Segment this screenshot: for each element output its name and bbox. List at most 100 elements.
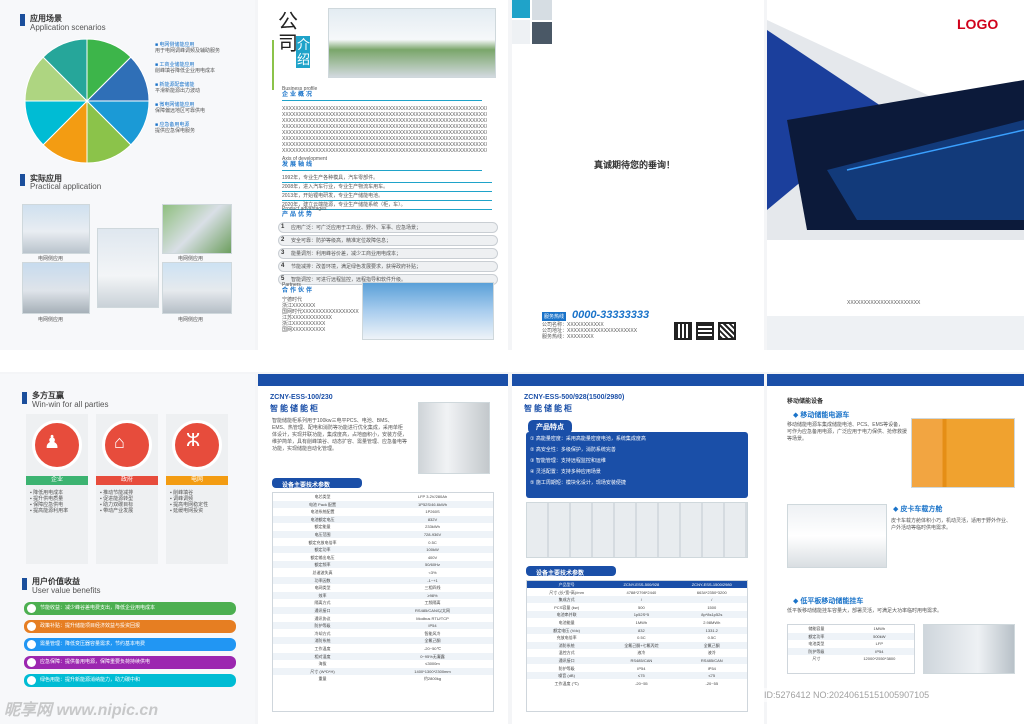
feature-item: ② 高安全性：多级保护，消防系统完善 [530, 447, 616, 453]
table-cell: 电池串并联 [556, 612, 577, 618]
table-cell: 储能容量 [808, 626, 825, 631]
benefit-marker [22, 578, 27, 590]
table-row: 防护等级 IP54 IP54 [527, 664, 747, 672]
benefit-title-en: User value benefits [32, 586, 101, 595]
people-icon: ♟ [44, 432, 61, 452]
table-cell: 功率因数 [314, 577, 331, 583]
table-cell: LFP [875, 641, 883, 647]
table-cell: 额定能量 [314, 524, 331, 530]
advantage-number: 1 [281, 224, 285, 230]
table-cell: 防护等级 [808, 648, 825, 654]
table-cell: 1MWh [873, 626, 886, 631]
table-row: 电网类型 三相四线 [273, 584, 493, 592]
table-cell: 100kW [426, 547, 439, 553]
table-cell: / [640, 597, 642, 603]
table-cell: RS485/CAN [630, 658, 653, 663]
practical-marker [20, 174, 25, 186]
benefit-icon [27, 604, 36, 613]
table-cell: 产品型号 [558, 582, 575, 587]
table-row: 额定功率 100kW [273, 546, 493, 554]
deco-square [512, 0, 530, 18]
scenario-marker [20, 14, 25, 26]
table-cell: 6634*2350*3200 [696, 589, 727, 595]
card-government: ⌂ 政府 ▪ 推动节能减排 ▪ 促进能源转型 ▪ 助力双碳目标 ▪ 带动产业发展 [96, 414, 158, 564]
advantage-number: 2 [281, 237, 285, 243]
table-title: 设备主要技术参数 [536, 571, 585, 577]
table-cell: ≤3000m [425, 661, 440, 667]
table-row: 工作温度 (℃) -20~55 -20~55 [527, 679, 747, 687]
contact-list: 公司名称：XXXXXXXXXXX 公司地址：XXXXXXXXXXXXXXXXXX… [542, 322, 637, 340]
table-cell: 0.5C [428, 539, 437, 545]
deco-square [512, 20, 530, 44]
table-cell: LFP 3.2V/280Ah [417, 494, 448, 499]
tower-icon: ⵣ [186, 430, 201, 450]
table-cell: 海拔 [318, 661, 327, 667]
table-cell: 液冷 [707, 650, 716, 656]
table-cell: 233kWh [425, 524, 440, 530]
table-cell: 温控方式 [558, 650, 575, 656]
panel-bottom-2: ZCNY-ESS-100/230 智能储能柜 智能储能柜系列用于100kw三电平… [258, 374, 508, 724]
table-row: 电池串并联 1p52S*5 8p*8s1p52s [527, 611, 747, 619]
table-cell: 通讯协议 [314, 615, 331, 621]
table-cell: 效率 [318, 592, 327, 598]
profile-line: XXXXXXXXXXXXXXXXXXXXXXXXXXXXXXXXXXXXXXXX… [282, 148, 487, 154]
table-row: 通讯接口 RS485/CAN/以太网 [273, 607, 493, 614]
photo-pickup [787, 504, 887, 568]
table-cell: ≥98% [427, 592, 438, 598]
table-cell: ZCNY-ESS-500/928 [623, 582, 660, 587]
win-marker [22, 392, 27, 404]
item-title-text: 低平板移动储能挂车 [800, 598, 864, 605]
benefit-item: 政策补贴：提升储能项目经济效益与投资回报 [24, 620, 236, 633]
mobile-section-title: 移动储能设备 [787, 399, 824, 405]
table-row: 额定输出电压 400V [273, 553, 493, 561]
table-cell: 1P260S [425, 509, 440, 515]
table-cell: 50/60Hz [425, 562, 440, 568]
table-cell: PCS容量 (kw) [554, 604, 580, 610]
table-cell: 832V [427, 516, 438, 522]
watermark-left: 昵享网 www.nipic.cn [4, 702, 159, 719]
table-cell: 8p*8s1p52s [701, 612, 723, 618]
table-row: 噪音 (dB) ≤75 ≤75 [527, 672, 747, 680]
table-row: 额定充放电倍率 0.5C [273, 538, 493, 546]
advantage-text: 节能减排：改善环境，满足绿色发展要求，获得政府补贴； [291, 264, 422, 270]
benefit-list: 节能收益：减少峰谷差电费支出，降低企业用电成本 政策补贴：提升储能项目经济效益与… [24, 602, 236, 692]
table-row: 冷却方式 智能风冷 [273, 629, 493, 637]
win-title-en: Win-win for all parties [32, 400, 109, 409]
card-grid: ⵣ 电网 ▪ 削峰填谷 ▪ 调峰调频 ▪ 提高电网稳定性 ▪ 延缓电网投资 [166, 414, 228, 564]
model-label: ZCNY-ESS-500/928(1500/2980) [524, 394, 625, 401]
panel-top-2: 公司 介绍 Business profile 企业概况 XXXXXXXXXXXX… [258, 0, 508, 350]
application-pie-chart [24, 38, 150, 164]
practical-title-en: Practical application [30, 182, 102, 191]
axis-underline [282, 170, 482, 171]
advantage-text: 安全可靠：防护等级高，精准定位故障信息； [291, 238, 392, 244]
photo-caption: 电网侧应用 [38, 256, 64, 262]
table-cell: 工作温度 [314, 646, 331, 651]
benefit-text: 绿色用能：提升新能源消纳能力，助力碳中和 [40, 677, 141, 683]
table-cell: -20~55 [705, 680, 719, 686]
axis-item: 2013年，开始锂电研发，专业生产储能电池。 [282, 192, 492, 201]
table-cell: 相对湿度 [314, 653, 331, 659]
table-row: 集成方式 / / [527, 596, 747, 604]
benefit-item: 绿色用能：提升新能源消纳能力，助力碳中和 [24, 674, 236, 687]
table-row: 尺寸 (W*D*H) 1400*1300*2300mm [273, 667, 493, 675]
advantage-text: 能量调剂：利用峰谷价差，减少工商业用电成本； [291, 251, 402, 257]
table-cell: ≤75 [638, 673, 645, 679]
table-cell: 电池 Pack 配置 [308, 501, 337, 507]
deco-square [532, 0, 552, 20]
note-line: 保障偏远地区可靠供电 [155, 108, 206, 114]
table-cell: -1~+1 [427, 577, 438, 583]
axis-title-cn: 发展轴线 [282, 162, 315, 168]
photo-office [328, 8, 496, 78]
advantages-title-cn: 产品优势 [282, 212, 315, 218]
table-cell: 重量 [318, 676, 327, 682]
table-cell: 额定充放电倍率 [308, 539, 337, 545]
photo-cabinet [418, 402, 490, 474]
slogan: 真诚期待您的垂询！ [594, 160, 676, 170]
item-title: ◆ 皮卡车载方舱 [893, 506, 943, 513]
header-band [512, 374, 764, 386]
table-cell: IP54 [707, 665, 716, 671]
note-line: 提供应急保电服务 [155, 128, 196, 134]
photo-battery-row [162, 262, 232, 314]
advantage-number: 3 [281, 250, 285, 256]
advantage-item: 3 能量调剂：利用峰谷价差，减少工商业用电成本； [278, 248, 498, 259]
